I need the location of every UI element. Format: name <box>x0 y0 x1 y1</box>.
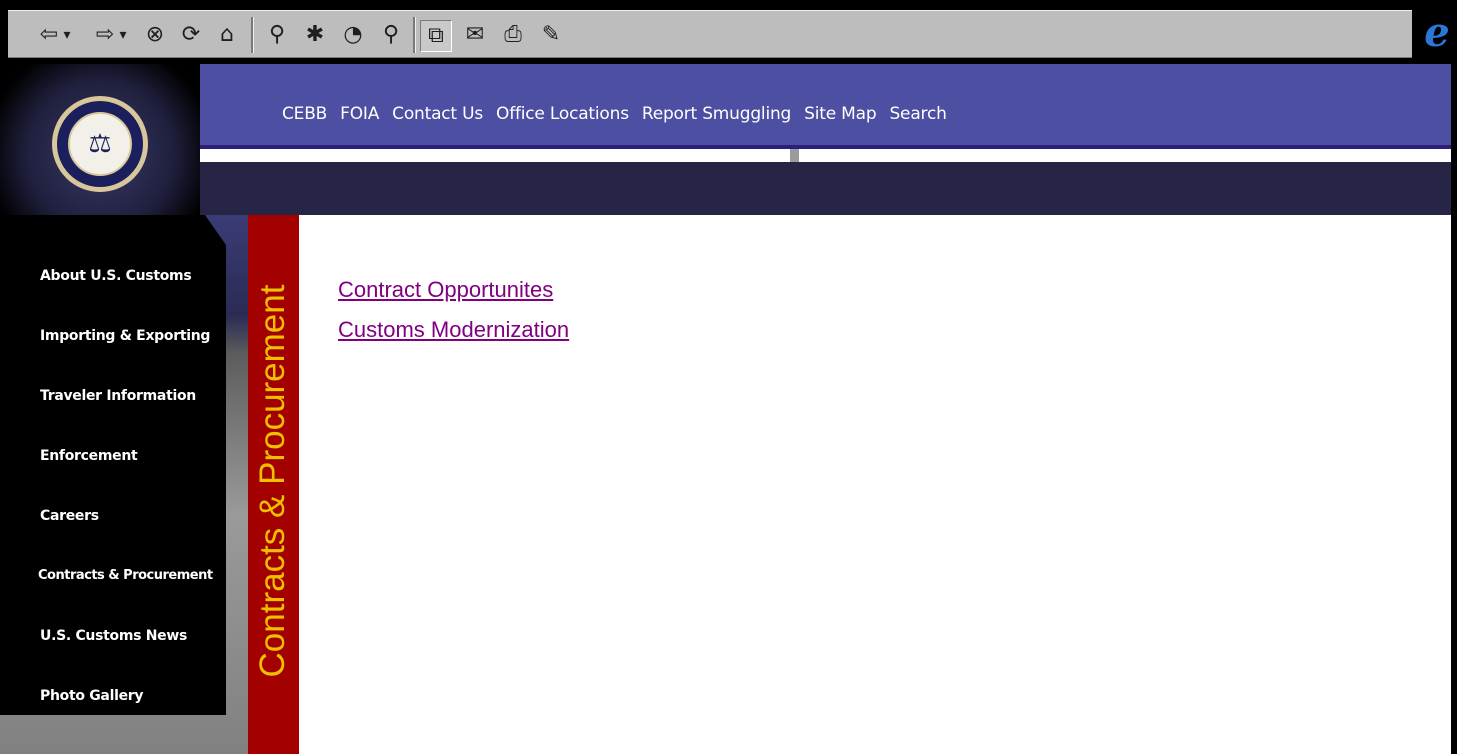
nav-link-contact-us[interactable]: Contact Us <box>392 104 483 124</box>
print-icon[interactable]: ⎙ <box>498 20 528 50</box>
link-contract-opportunities[interactable]: Contract Opportunites <box>338 277 553 303</box>
sidebar-item-careers[interactable]: Careers <box>40 508 99 524</box>
toolbar-separator <box>413 17 416 53</box>
sidebar-item-importing-exporting[interactable]: Importing & Exporting <box>40 328 210 344</box>
sidebar-item-photo-gallery[interactable]: Photo Gallery <box>40 688 144 704</box>
main-content: Contract Opportunites Customs Modernizat… <box>299 215 1451 754</box>
nav-link-foia[interactable]: FOIA <box>340 104 379 124</box>
link-customs-modernization[interactable]: Customs Modernization <box>338 317 569 343</box>
header-divider-tick <box>790 149 799 162</box>
edit-icon[interactable]: ✎ <box>536 20 566 50</box>
top-nav: CEBB FOIA Contact Us Office Locations Re… <box>282 104 947 124</box>
fullscreen-icon[interactable]: ⧉ <box>420 20 452 52</box>
nav-link-cebb[interactable]: CEBB <box>282 104 327 124</box>
ie-logo-icon: e <box>1424 8 1450 56</box>
forward-dropdown-icon[interactable]: ▾ <box>114 20 132 50</box>
nav-link-office-locations[interactable]: Office Locations <box>496 104 629 124</box>
home-icon[interactable]: ⌂ <box>212 20 242 50</box>
customs-seal-logo[interactable]: ⚖ <box>52 96 148 192</box>
header-divider-accent <box>170 145 1451 149</box>
sidebar-item-enforcement[interactable]: Enforcement <box>40 448 138 464</box>
stop-icon[interactable]: ⊗ <box>140 20 170 50</box>
back-dropdown-icon[interactable]: ▾ <box>58 20 76 50</box>
toolbar-strip: ⇦ ▾ ⇨ ▾ ⊗ ⟳ ⌂ ⚲ ✱ ◔ ⚲ ⧉ ✉ ⎙ ✎ <box>8 10 1412 58</box>
sidebar-item-about[interactable]: About U.S. Customs <box>40 268 192 284</box>
nav-link-search[interactable]: Search <box>889 104 946 124</box>
mail-icon[interactable]: ✉ <box>460 20 490 50</box>
sidebar-item-traveler-information[interactable]: Traveler Information <box>40 388 196 404</box>
toolbar-separator <box>251 17 254 53</box>
browser-toolbar: ⇦ ▾ ⇨ ▾ ⊗ ⟳ ⌂ ⚲ ✱ ◔ ⚲ ⧉ ✉ ⎙ ✎ e <box>0 0 1457 64</box>
nav-link-site-map[interactable]: Site Map <box>804 104 877 124</box>
nav-link-report-smuggling[interactable]: Report Smuggling <box>642 104 791 124</box>
header-subband <box>0 162 1451 215</box>
sidebar-item-contracts-procurement[interactable]: Contracts & Procurement <box>38 568 213 583</box>
history-icon[interactable]: ◔ <box>338 20 368 50</box>
search-icon[interactable]: ⚲ <box>262 20 292 50</box>
refresh-icon[interactable]: ⟳ <box>176 20 206 50</box>
section-title: Contracts & Procurement <box>253 284 292 678</box>
sidebar-item-customs-news[interactable]: U.S. Customs News <box>40 628 187 644</box>
channels-icon[interactable]: ⚲ <box>376 20 406 50</box>
scales-icon: ⚖ <box>68 112 132 176</box>
favorites-icon[interactable]: ✱ <box>300 20 330 50</box>
